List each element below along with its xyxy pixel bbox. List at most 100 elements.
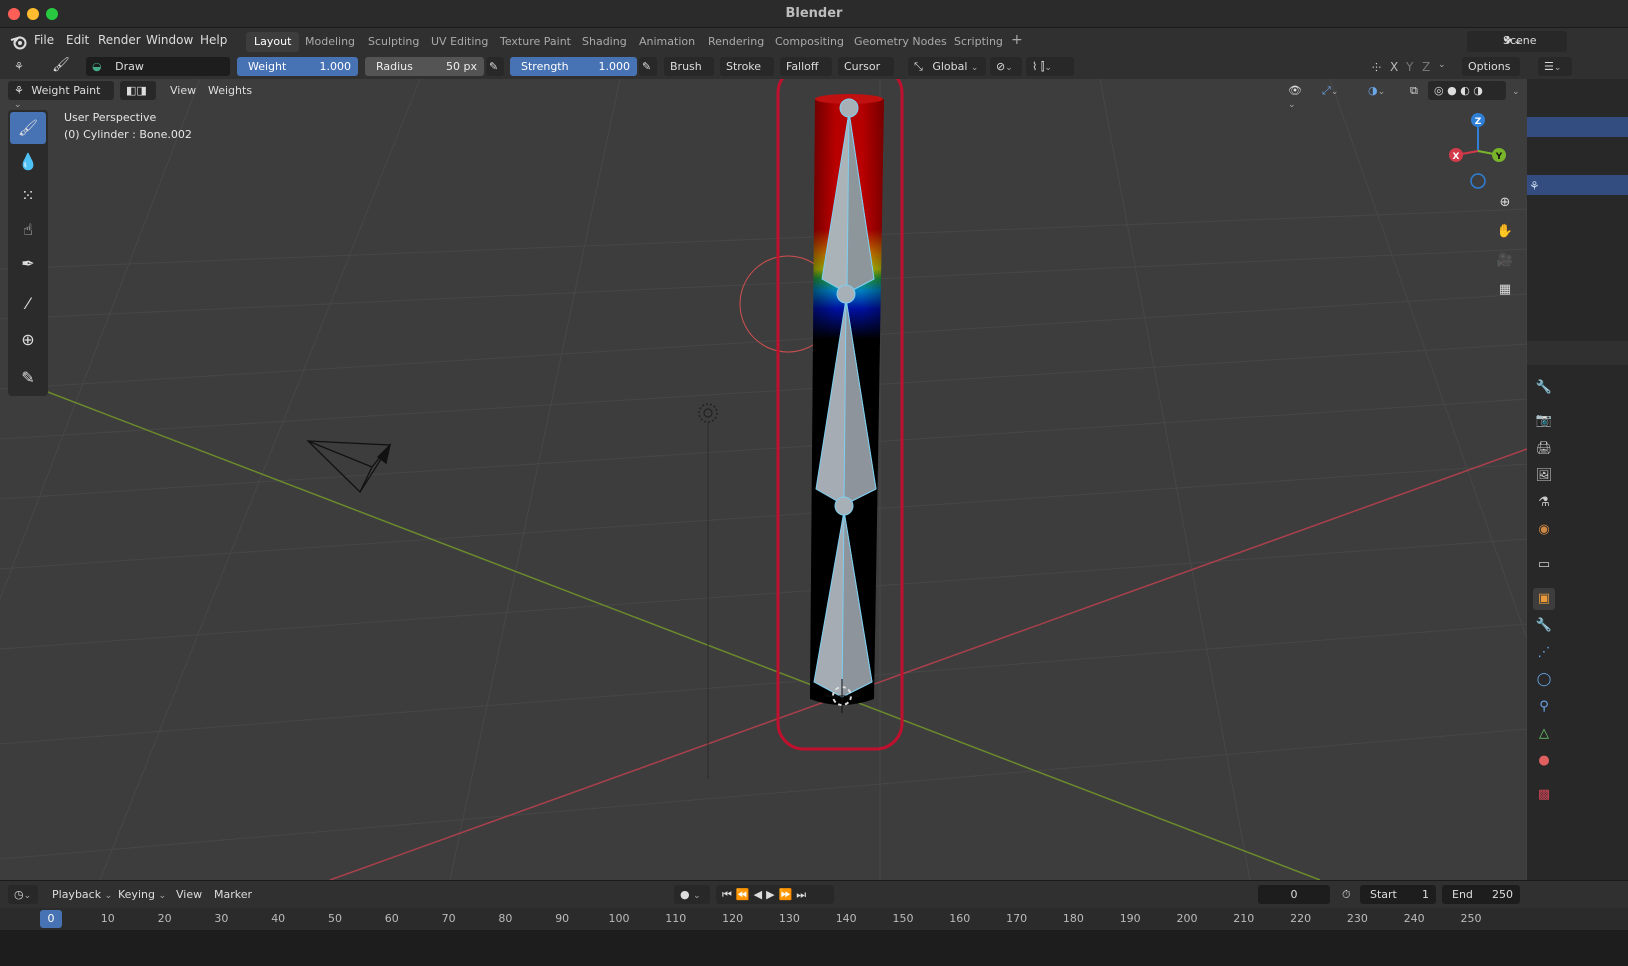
- scene-properties-icon[interactable]: ⚗: [1533, 492, 1555, 514]
- orientation-selector[interactable]: ⤡ Global ⌄: [908, 57, 986, 76]
- prev-keyframe-icon[interactable]: ⏪: [736, 888, 754, 901]
- stroke-menu[interactable]: Stroke ⌄: [720, 57, 774, 86]
- mirror-x-toggle[interactable]: X: [1390, 60, 1398, 74]
- mirror-icon[interactable]: ⸭: [1366, 57, 1388, 76]
- start-frame-field[interactable]: Start 1: [1360, 885, 1436, 904]
- playback-menu[interactable]: Playback ⌄: [46, 885, 118, 904]
- stopwatch-icon[interactable]: ⏱: [1336, 885, 1356, 904]
- view-layer-icon[interactable]: 🖼: [1533, 465, 1555, 487]
- scene-selector[interactable]: ❖⌄ Scene: [1467, 31, 1567, 52]
- object-properties-icon[interactable]: ▣: [1533, 588, 1555, 610]
- constraints-icon[interactable]: ⚲: [1533, 696, 1555, 718]
- cursor-icon[interactable]: ⊕: [10, 324, 46, 356]
- 3d-viewport[interactable]: ⚘ Weight Paint ⌄ ◧◨ View Weights 👁⌄ ⤢⌄ ◑…: [0, 79, 1527, 880]
- xray-icon[interactable]: ⧉: [1404, 81, 1424, 100]
- options-menu[interactable]: Options ⌄: [1462, 57, 1520, 86]
- brush-preview-icon[interactable]: 🖌: [46, 57, 78, 76]
- pivot-link-icon[interactable]: ⊘⌄: [990, 57, 1022, 76]
- material-icon[interactable]: ●: [1533, 750, 1555, 772]
- timeline-editor-icon[interactable]: ◷⌄: [8, 885, 38, 904]
- radius-pressure-icon[interactable]: ✎: [486, 57, 504, 76]
- editor-type-icon[interactable]: ☰⌄: [1538, 57, 1572, 76]
- camera-object[interactable]: [306, 440, 392, 494]
- play-reverse-icon[interactable]: ◀: [754, 888, 766, 901]
- radius-slider[interactable]: Radius 50 px: [365, 57, 484, 76]
- tab-uv-editing[interactable]: UV Editing: [423, 32, 496, 52]
- world-properties-icon[interactable]: ◉: [1533, 519, 1555, 541]
- keying-menu[interactable]: Keying ⌄: [112, 885, 172, 904]
- perspective-toggle-icon[interactable]: ▦: [1494, 279, 1516, 301]
- mirror-z-toggle[interactable]: Z: [1422, 60, 1430, 74]
- gizmo-toggle-icon[interactable]: ⤢⌄: [1316, 81, 1356, 100]
- menu-render[interactable]: Render: [98, 33, 141, 47]
- particles-icon[interactable]: ⋰: [1533, 642, 1555, 664]
- outliner-active-row[interactable]: [1527, 175, 1628, 195]
- tab-animation[interactable]: Animation: [631, 32, 703, 52]
- tab-sculpting[interactable]: Sculpting: [360, 32, 427, 52]
- menu-edit[interactable]: Edit: [66, 33, 89, 47]
- playback-controls[interactable]: ⏮⏪◀▶⏩⏭: [716, 885, 834, 904]
- smear-icon[interactable]: ☝: [10, 214, 46, 246]
- tab-geometry-nodes[interactable]: Geometry Nodes: [846, 32, 955, 52]
- mirror-y-toggle[interactable]: Y: [1406, 60, 1413, 74]
- end-frame-field[interactable]: End 250: [1442, 885, 1520, 904]
- tab-modeling[interactable]: Modeling: [297, 32, 363, 52]
- frame-cursor[interactable]: 0: [40, 910, 62, 928]
- zoom-icon[interactable]: ⊕: [1494, 192, 1516, 214]
- modifier-icon[interactable]: 🔧: [1533, 615, 1555, 637]
- jump-end-icon[interactable]: ⏭: [796, 888, 810, 901]
- marker-menu[interactable]: Marker: [208, 885, 258, 904]
- navigation-gizmo[interactable]: Z X Y: [1442, 113, 1512, 193]
- tab-scripting[interactable]: Scripting: [946, 32, 1011, 52]
- blender-logo-icon[interactable]: [10, 34, 27, 50]
- average-dots-icon[interactable]: ⁙: [10, 180, 46, 212]
- weights-menu[interactable]: Weights: [202, 81, 258, 100]
- tab-rendering[interactable]: Rendering: [700, 32, 772, 52]
- mask-toggle-icons[interactable]: ◧◨: [120, 81, 156, 100]
- view-menu[interactable]: View: [164, 81, 202, 100]
- menu-window[interactable]: Window: [146, 33, 193, 47]
- current-frame-field[interactable]: 0: [1258, 885, 1330, 904]
- camera-view-icon[interactable]: 🎥: [1494, 250, 1516, 272]
- play-icon[interactable]: ▶: [766, 888, 778, 901]
- cursor-menu[interactable]: Cursor ⌄: [838, 57, 894, 86]
- brush-menu[interactable]: Brush ⌄: [664, 57, 714, 86]
- timeline-ruler[interactable]: 0 10 20 30 40 50 60 70 80 90 100 110 120 130 140 150 16…: [0, 908, 1628, 930]
- draw-brush-icon[interactable]: 🖌: [10, 112, 46, 144]
- light-object[interactable]: [698, 403, 718, 779]
- blur-drop-icon[interactable]: 💧: [10, 146, 46, 178]
- tab-shading[interactable]: Shading: [574, 32, 635, 52]
- jump-start-icon[interactable]: ⏮: [722, 888, 736, 901]
- visibility-icon[interactable]: 👁⌄: [1282, 81, 1312, 110]
- snap-options-icon[interactable]: ⌇ ⫿⌄: [1026, 57, 1074, 76]
- tool-mode-selector[interactable]: ⚘ ⌄: [8, 57, 40, 86]
- strength-slider[interactable]: Strength 1.000: [510, 57, 637, 76]
- gradient-icon[interactable]: ⁄: [10, 288, 46, 320]
- weight-slider[interactable]: Weight 1.000: [237, 57, 358, 76]
- tab-texture-paint[interactable]: Texture Paint: [492, 32, 579, 52]
- shading-mode-icons[interactable]: ◎ ● ◐ ◑: [1428, 81, 1506, 100]
- menu-help[interactable]: Help: [200, 33, 227, 47]
- render-properties-icon[interactable]: 📷: [1533, 410, 1555, 432]
- shading-dropdown-icon[interactable]: ⌄: [1506, 81, 1522, 100]
- brush-name-field[interactable]: ◒ Draw: [86, 57, 230, 76]
- overlays-icon[interactable]: ◑⌄: [1362, 81, 1398, 100]
- auto-keying-icon[interactable]: ● ⌄: [674, 885, 710, 904]
- menu-file[interactable]: File: [34, 33, 54, 47]
- next-keyframe-icon[interactable]: ⏩: [779, 888, 797, 901]
- timeline-view-menu[interactable]: View: [170, 885, 208, 904]
- tool-properties-icon[interactable]: 🔧: [1533, 377, 1555, 399]
- mirror-dropdown-icon[interactable]: ⌄: [1438, 60, 1446, 70]
- pan-hand-icon[interactable]: ✋: [1494, 221, 1516, 243]
- falloff-menu[interactable]: Falloff ⌄: [780, 57, 832, 86]
- outliner-selected-row[interactable]: [1527, 117, 1628, 137]
- strength-pressure-icon[interactable]: ✎: [639, 57, 657, 76]
- tab-compositing[interactable]: Compositing: [767, 32, 852, 52]
- physics-icon[interactable]: ◯: [1533, 669, 1555, 691]
- sample-weight-icon[interactable]: ✒: [10, 248, 46, 280]
- data-properties-icon[interactable]: △: [1533, 723, 1555, 745]
- annotate-icon[interactable]: ✎: [10, 362, 46, 394]
- mode-selector[interactable]: ⚘ Weight Paint ⌄: [8, 81, 114, 110]
- texture-icon[interactable]: ▩: [1533, 784, 1555, 806]
- add-workspace-button[interactable]: +: [1011, 32, 1023, 48]
